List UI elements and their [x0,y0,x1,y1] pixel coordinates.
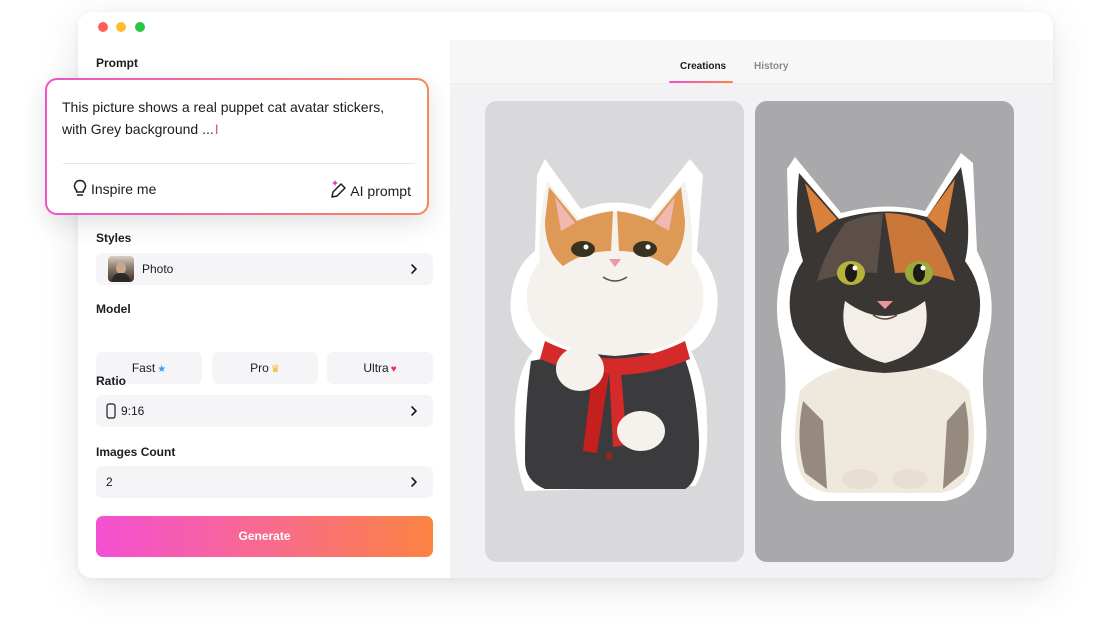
style-selector[interactable]: Photo [96,253,433,285]
title-bar [78,12,1053,40]
cat-sticker-image [510,159,718,491]
ratio-value: 9:16 [121,404,145,418]
chevron-right-icon [411,477,417,487]
cat-sticker-image [776,153,992,501]
model-fast-label: Fast [131,361,156,375]
images-count-selector[interactable]: 2 [96,466,433,498]
results-panel: Creations History [450,40,1053,578]
model-ultra-button[interactable]: Ultra ♥ [327,352,433,384]
tab-bar: Creations History [450,40,1053,84]
prompt-text: This picture shows a real puppet cat ava… [62,99,385,137]
inspire-me-button[interactable]: Inspire me [72,179,156,199]
lightbulb-icon [73,179,87,196]
model-label: Model [96,302,131,316]
chevron-right-icon [411,264,417,274]
style-thumbnail [108,256,134,282]
tab-creations[interactable]: Creations [680,61,726,72]
generate-button[interactable]: Generate [96,516,433,557]
style-value: Photo [142,262,174,276]
ai-prompt-label: AI prompt [350,183,411,199]
ratio-label: Ratio [96,374,126,388]
generated-image-1[interactable] [485,101,744,562]
chevron-right-icon [411,406,417,416]
ai-prompt-button[interactable]: AI prompt [329,179,411,199]
prompt-divider [63,163,415,164]
prompt-label: Prompt [96,56,138,70]
model-ultra-label: Ultra [363,361,389,375]
star-icon: ★ [157,364,167,375]
magic-pen-icon [331,180,347,198]
maximize-window-button[interactable] [135,22,145,32]
tab-history[interactable]: History [754,61,788,72]
ratio-selector[interactable]: 9:16 [96,395,433,427]
minimize-window-button[interactable] [116,22,126,32]
crown-icon: ♛ [270,364,280,375]
inspire-me-label: Inspire me [91,181,157,197]
images-count-label: Images Count [96,445,176,459]
close-window-button[interactable] [98,22,108,32]
model-pro-button[interactable]: Pro ♛ [212,352,318,384]
text-cursor-icon: I [214,121,219,137]
generated-image-2[interactable] [755,101,1014,562]
model-pro-label: Pro [250,361,269,375]
prompt-card: This picture shows a real puppet cat ava… [45,78,429,215]
prompt-input[interactable]: This picture shows a real puppet cat ava… [62,96,412,140]
images-count-value: 2 [106,475,113,489]
portrait-ratio-icon [106,403,116,419]
active-tab-indicator [669,81,733,83]
heart-icon: ♥ [390,364,397,375]
styles-label: Styles [96,231,132,245]
